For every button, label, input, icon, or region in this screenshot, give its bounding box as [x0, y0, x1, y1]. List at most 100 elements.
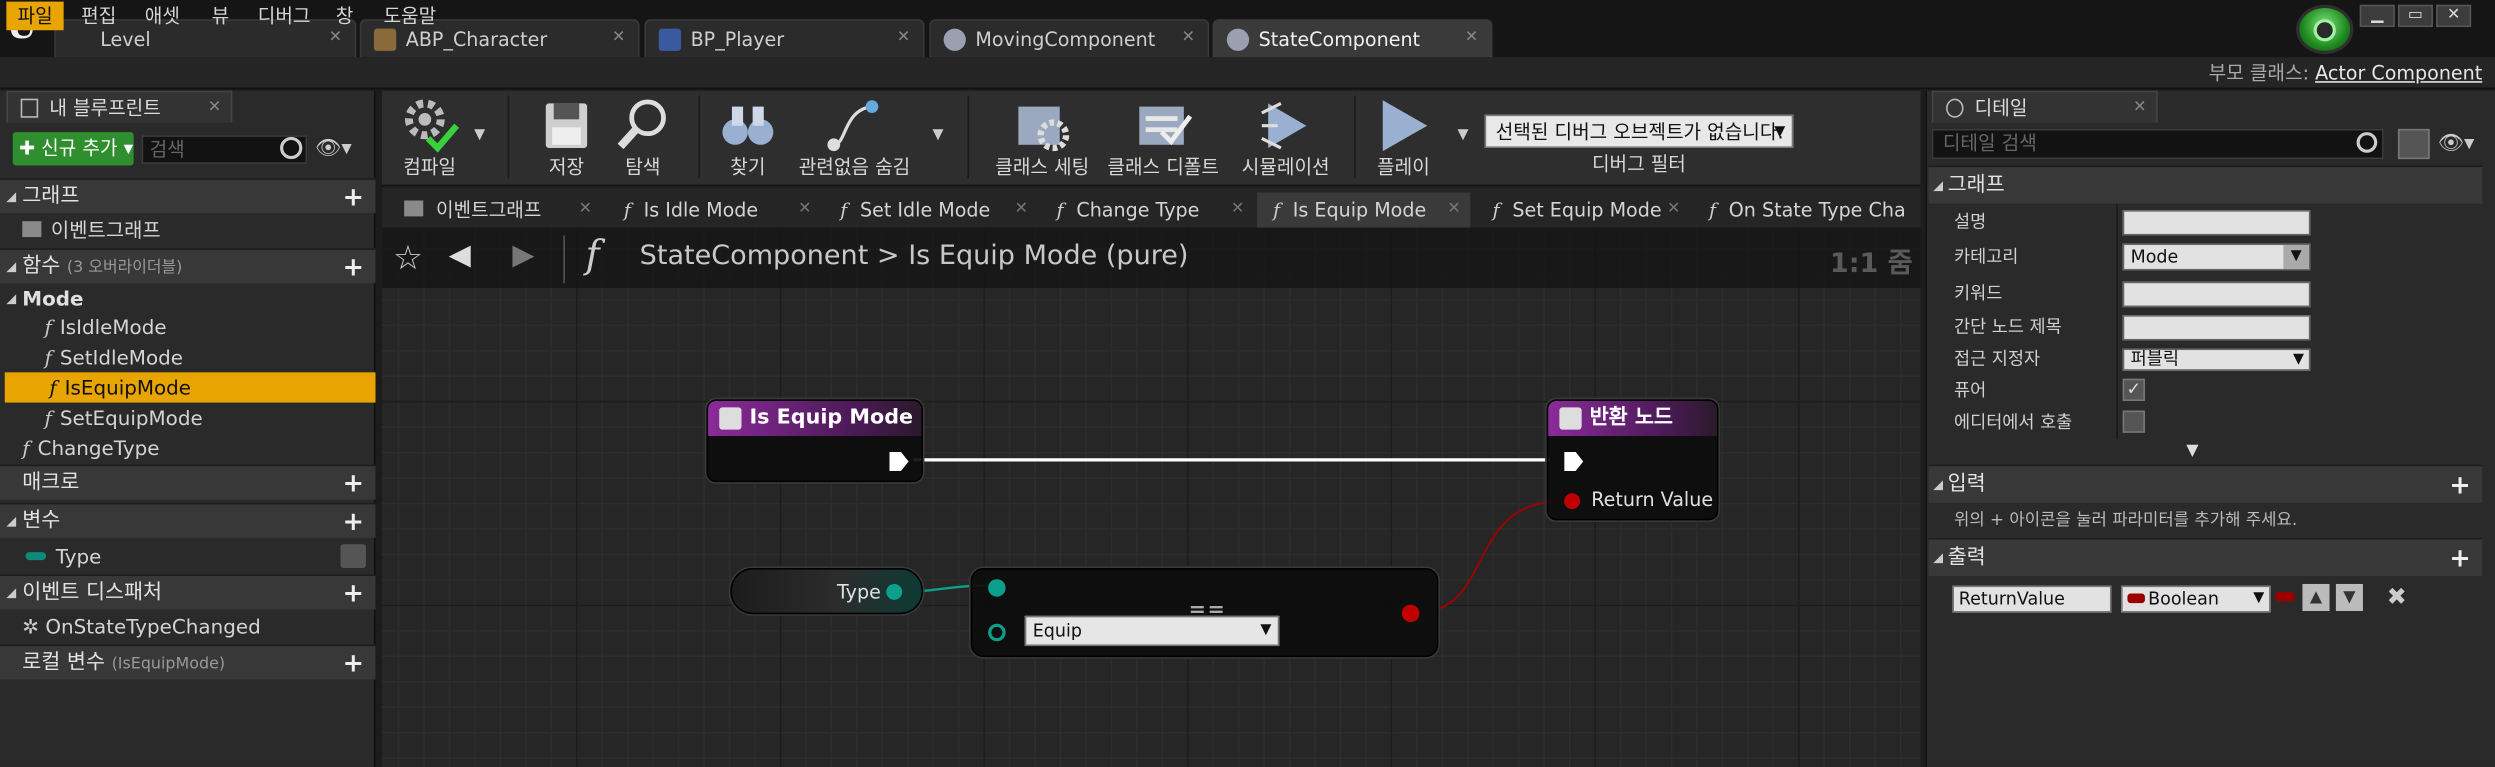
hide-unrelated-options-icon[interactable]: ▼ — [932, 127, 943, 143]
collapse-arrow-icon[interactable]: ◢ — [6, 250, 16, 285]
close-icon[interactable]: ✕ — [2133, 92, 2146, 124]
enum-in-pin-b[interactable] — [988, 623, 1006, 642]
add-variable-icon[interactable]: + — [341, 508, 366, 534]
add-function-icon[interactable]: + — [341, 254, 366, 280]
add-new-button[interactable]: ✚ 신규 추가 ▾ — [12, 132, 134, 166]
function-item-selected[interactable]: f IsEquipMode — [4, 372, 376, 403]
add-macro-icon[interactable]: + — [341, 470, 366, 496]
add-dispatcher-icon[interactable]: + — [341, 580, 366, 606]
return-node[interactable]: 반환 노드 Return Value — [1546, 399, 1719, 521]
parent-class-link[interactable]: Actor Component — [2315, 62, 2482, 84]
close-icon[interactable]: ✕ — [1182, 29, 1195, 47]
graph-tab[interactable]: f Set Equip Mode ✕ — [1477, 193, 1690, 228]
menu-file[interactable]: 파일 — [6, 1, 64, 31]
enum-value-select[interactable]: Equip ▼ — [1024, 615, 1280, 647]
close-icon[interactable]: ✕ — [612, 29, 625, 47]
function-item[interactable]: f SetIdleMode — [0, 342, 376, 372]
class-defaults-button[interactable]: 클래스 디폴트 — [1104, 94, 1222, 183]
collapse-arrow-icon[interactable]: ◢ — [1933, 466, 1943, 504]
close-icon[interactable]: ✕ — [897, 29, 910, 47]
play-button[interactable]: 플레이 — [1365, 94, 1441, 183]
add-local-variable-icon[interactable]: + — [341, 650, 366, 676]
graph-tab[interactable]: f Is Idle Mode ✕ — [608, 193, 821, 228]
minimize-icon[interactable]: ▁ — [2359, 4, 2395, 28]
section-event-dispatchers[interactable]: ◢ 이벤트 디스패처 + — [0, 574, 376, 611]
pure-checkbox[interactable]: ✓ — [2122, 378, 2145, 401]
class-settings-button[interactable]: 클래스 세팅 — [987, 94, 1098, 183]
simulation-button[interactable]: 시뮬레이션 — [1232, 94, 1340, 183]
tab-moving-component[interactable]: MovingComponent ✕ — [929, 19, 1210, 58]
advanced-expand-icon[interactable]: ▼ — [2186, 442, 2198, 460]
graph-tab[interactable]: f On State Type Cha — [1693, 193, 1916, 228]
details-section-outputs[interactable]: ◢ 출력 + — [1928, 537, 2483, 577]
close-icon[interactable]: ✕ — [1231, 193, 1244, 228]
description-field[interactable] — [2122, 210, 2311, 236]
menu-asset[interactable]: 애셋 — [134, 2, 191, 31]
remove-output-icon[interactable]: ✖ — [2387, 582, 2407, 611]
close-icon[interactable]: ✕ — [1667, 193, 1680, 228]
event-graph-item[interactable]: 이벤트그래프 — [0, 215, 376, 245]
close-window-icon[interactable]: ✕ — [2436, 4, 2472, 28]
play-options-icon[interactable]: ▼ — [1458, 127, 1469, 143]
section-macros[interactable]: 매크로 + — [0, 464, 376, 500]
graph-tab[interactable]: f Change Type ✕ — [1041, 193, 1254, 228]
function-item[interactable]: f SetEquipMode — [0, 403, 376, 433]
compact-title-field[interactable] — [2122, 315, 2311, 341]
section-graphs[interactable]: ◢ 그래프 + — [0, 178, 376, 215]
close-icon[interactable]: ✕ — [1015, 193, 1028, 228]
close-icon[interactable]: ✕ — [579, 193, 592, 228]
menu-help[interactable]: 도움말 — [372, 2, 447, 31]
exec-in-pin[interactable] — [1564, 451, 1584, 471]
collapse-arrow-icon[interactable]: ◢ — [1933, 167, 1943, 205]
collapse-arrow-icon[interactable]: ◢ — [6, 180, 16, 215]
view-options-icon[interactable]: 👁▾ — [2438, 132, 2475, 156]
category-select[interactable]: Mode ▼ — [2122, 243, 2311, 271]
close-icon[interactable]: ✕ — [208, 92, 221, 124]
bool-out-pin[interactable] — [1401, 604, 1420, 623]
details-search-input[interactable]: 디테일 검색 — [1931, 128, 2384, 160]
debug-object-select[interactable]: 선택된 디버그 오브젝트가 없습니다. ▼ — [1484, 114, 1794, 148]
section-functions[interactable]: ◢ 함수 (3 오버라이더블) + — [0, 248, 376, 285]
variable-item[interactable]: Type — [0, 541, 376, 573]
section-local-variables[interactable]: 로컬 변수 (IsEquipMode) + — [0, 644, 376, 680]
function-entry-node[interactable]: Is Equip Mode — [706, 399, 923, 483]
graph-tab-active[interactable]: f Is Equip Mode ✕ — [1257, 192, 1471, 228]
collapse-arrow-icon[interactable]: ◢ — [1933, 539, 1943, 577]
equal-enum-node[interactable]: == Equip ▼ — [970, 568, 1439, 658]
exec-out-pin[interactable] — [889, 451, 909, 471]
move-down-icon[interactable]: ▼ — [2335, 583, 2363, 612]
dispatcher-item[interactable]: ✲ OnStateTypeChanged — [0, 611, 376, 641]
collapse-arrow-icon[interactable]: ◢ — [6, 504, 16, 539]
tab-bp-player[interactable]: BP_Player ✕ — [644, 19, 925, 58]
menu-debug[interactable]: 디버그 — [247, 2, 322, 31]
enum-in-pin-a[interactable] — [988, 579, 1006, 597]
details-section-graph[interactable]: ◢ 그래프 — [1928, 165, 2483, 205]
menu-edit[interactable]: 편집 — [70, 2, 127, 31]
call-in-editor-checkbox[interactable] — [2122, 410, 2145, 433]
graph-tab[interactable]: f Set Idle Mode ✕ — [824, 193, 1037, 228]
function-item[interactable]: f ChangeType — [0, 433, 376, 463]
view-options-icon[interactable]: 👁▾ — [315, 137, 352, 161]
menu-window[interactable]: 창 — [325, 2, 365, 31]
collapse-arrow-icon[interactable]: ◢ — [6, 283, 16, 313]
source-control-icon[interactable] — [2296, 4, 2354, 55]
maximize-icon[interactable]: ▭ — [2397, 4, 2433, 28]
variable-get-node-type[interactable]: Type — [730, 568, 923, 615]
browse-button[interactable]: 탐색 — [608, 94, 678, 183]
function-item[interactable]: f IsIdleMode — [0, 312, 376, 342]
collapse-arrow-icon[interactable]: ◢ — [6, 576, 16, 611]
access-specifier-select[interactable]: 퍼블릭 ▼ — [2122, 348, 2311, 371]
details-tab[interactable]: 디테일 ✕ — [1931, 90, 2158, 124]
my-blueprint-tab[interactable]: 내 블루프린트 ✕ — [6, 90, 233, 124]
container-type-icon[interactable] — [2275, 591, 2295, 602]
property-matrix-icon[interactable] — [2397, 128, 2430, 160]
keywords-field[interactable] — [2122, 281, 2311, 308]
section-variables[interactable]: ◢ 변수 + — [0, 502, 376, 539]
close-icon[interactable]: ✕ — [798, 193, 811, 228]
compile-button[interactable]: 컴파일 — [388, 94, 471, 183]
add-graph-icon[interactable]: + — [341, 184, 366, 210]
enum-out-pin[interactable] — [886, 583, 903, 600]
add-input-icon[interactable]: + — [2447, 472, 2472, 498]
close-icon[interactable]: ✕ — [329, 29, 342, 47]
visibility-eye-icon[interactable] — [340, 544, 366, 569]
